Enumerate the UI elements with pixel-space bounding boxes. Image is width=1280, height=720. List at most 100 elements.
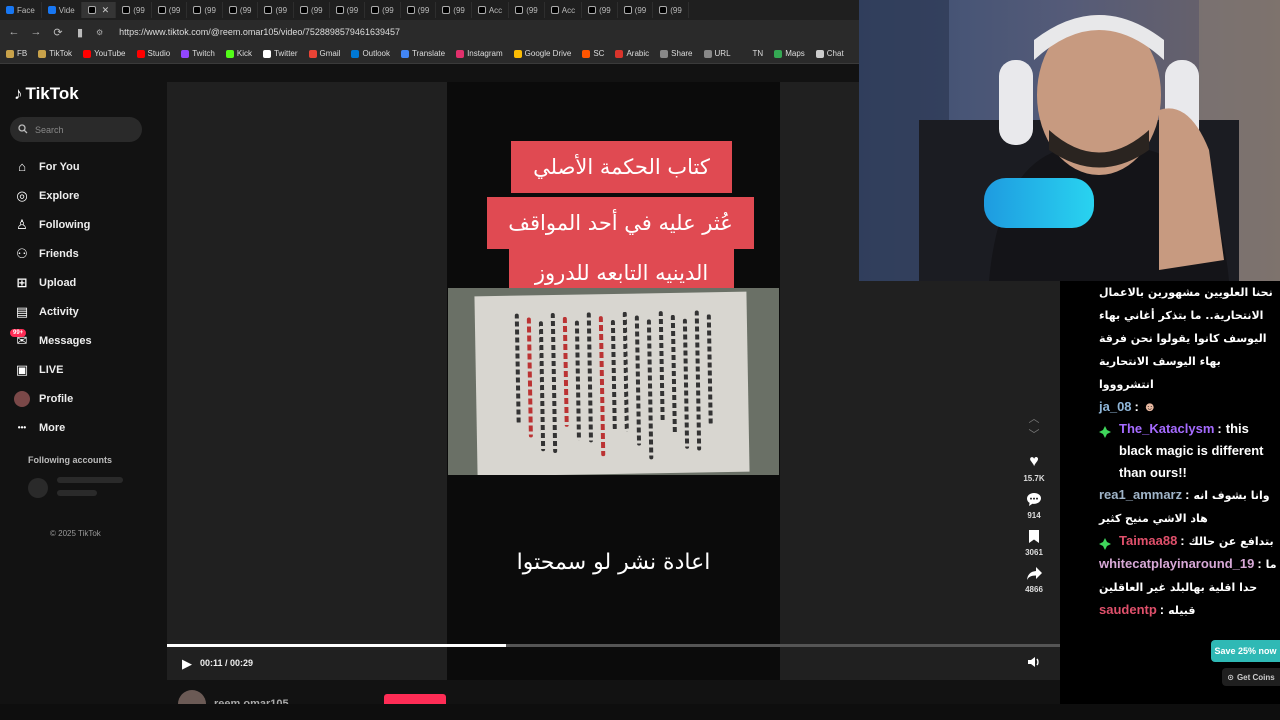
browser-tab[interactable]: (99	[509, 2, 545, 18]
get-coins-label: Get Coins	[1236, 672, 1275, 682]
browser-tab[interactable]: (99	[436, 2, 472, 18]
browser-tab[interactable]: (99	[330, 2, 366, 18]
browser-tab[interactable]: (99	[582, 2, 618, 18]
save-count: 3061	[1025, 548, 1043, 557]
tiktok-icon	[87, 6, 96, 14]
facebook-icon	[47, 6, 56, 14]
next-video-icon[interactable]: ﹀	[1018, 426, 1050, 442]
bookmark-item[interactable]: Gmail	[308, 49, 340, 58]
bookmark-item[interactable]: TN	[741, 49, 763, 58]
browser-tab[interactable]: (99	[365, 2, 401, 18]
bookmark-item[interactable]: Instagram	[456, 49, 503, 58]
sidebar-item-upload[interactable]: ⊞ Upload	[0, 268, 167, 297]
bookmark-item[interactable]: Google Drive	[513, 49, 571, 58]
browser-tab[interactable]: (99	[294, 2, 330, 18]
reload-icon[interactable]: ⟳	[52, 26, 64, 39]
play-icon[interactable]: ▶	[182, 656, 192, 672]
browser-tab-label: (99	[168, 5, 181, 15]
browser-tab[interactable]: (99	[258, 2, 295, 18]
chat-username[interactable]: ja_08	[1099, 399, 1132, 414]
browser-tab[interactable]: ✕	[81, 2, 117, 18]
comment-button[interactable]: 914	[1018, 489, 1050, 520]
chat-separator: :	[1180, 533, 1185, 548]
close-tab-icon[interactable]: ✕	[102, 5, 110, 16]
get-coins-button[interactable]: ⊙ Get Coins	[1222, 668, 1280, 686]
tiktok-icon	[193, 6, 202, 14]
bookmark-item[interactable]: FB	[6, 49, 27, 58]
sidebar-item-profile[interactable]: Profile	[0, 384, 167, 413]
sidebar-item-following[interactable]: ♙ Following	[0, 210, 167, 239]
bookmark-item[interactable]: Arabic	[615, 49, 649, 58]
previous-video-icon[interactable]: ︿	[1018, 410, 1050, 426]
compass-icon: ◎	[16, 187, 28, 203]
bookmark-item[interactable]: Twitch	[181, 49, 215, 58]
browser-tab[interactable]: (99	[187, 2, 223, 18]
browser-tab[interactable]: (99	[116, 2, 152, 18]
tiktok-logo[interactable]: ♪ TikTok	[14, 84, 79, 104]
browser-tab[interactable]: Face	[0, 2, 42, 18]
search-box[interactable]	[10, 117, 142, 142]
chat-username[interactable]: rea1_ammarz	[1099, 487, 1182, 502]
bookmark-item[interactable]: Share	[660, 49, 693, 58]
back-icon[interactable]: ←	[8, 26, 20, 38]
bookmark-favicon-icon	[513, 49, 522, 58]
browser-tab[interactable]: (99	[618, 2, 654, 18]
more-icon: •••	[17, 423, 27, 432]
bookmark-item[interactable]: Outlook	[351, 49, 390, 58]
sidebar-item-more[interactable]: ••• More	[0, 413, 167, 442]
bookmark-label: Twitter	[273, 49, 298, 58]
manuscript-line	[670, 314, 677, 435]
bookmark-label: Outlook	[362, 49, 391, 58]
tiktok-icon	[228, 6, 237, 14]
browser-tab[interactable]: Acc	[472, 2, 510, 18]
like-button[interactable]: ♥ 15.7K	[1018, 452, 1050, 483]
bookmark-favicon-icon	[181, 49, 190, 58]
volume-icon[interactable]	[1027, 656, 1041, 671]
share-button[interactable]: 4866	[1018, 563, 1050, 594]
browser-tab[interactable]: (99	[401, 2, 437, 18]
browser-tab[interactable]: Vide	[42, 2, 82, 18]
bookmark-favicon-icon	[262, 49, 271, 58]
sidebar-item-activity[interactable]: ▤ Activity	[0, 297, 167, 326]
sidebar-item-messages[interactable]: ✉ 99+ Messages	[0, 326, 167, 355]
chat-username[interactable]: The_Kataclysm	[1119, 421, 1214, 436]
browser-tab-label: (99	[204, 5, 216, 15]
sidebar-item-label: Messages	[39, 334, 92, 347]
live-icon: ▣	[15, 361, 29, 377]
video-progress-bar[interactable]	[167, 644, 1060, 647]
browser-tab[interactable]: (99	[152, 2, 188, 18]
browser-tab-label: (99	[311, 5, 323, 15]
follow-button[interactable]	[384, 694, 446, 704]
search-input[interactable]	[35, 124, 135, 135]
bookmark-favicon-icon	[6, 49, 14, 58]
forward-icon[interactable]: →	[30, 26, 42, 38]
sidebar-item-label: More	[39, 421, 66, 434]
sidebar-item-for-you[interactable]: ⌂ For You	[0, 152, 167, 181]
save-promo-button[interactable]: Save 25% now	[1211, 640, 1280, 662]
tiktok-icon	[623, 6, 632, 14]
bookmark-item[interactable]: Chat	[815, 49, 844, 58]
save-favorite-button[interactable]: 3061	[1018, 526, 1050, 557]
sidebar-item-explore[interactable]: ◎ Explore	[0, 181, 167, 210]
bookmark-item[interactable]: Studio	[136, 49, 170, 58]
bookmark-item[interactable]: Translate	[401, 49, 445, 58]
chat-username[interactable]: Taimaa88	[1119, 533, 1177, 548]
url-field[interactable]: https://www.tiktok.com/@reem.omar105/vid…	[119, 27, 400, 37]
bookmark-item[interactable]: Kick	[225, 49, 252, 58]
site-info-icon[interactable]: ⚙	[96, 28, 103, 37]
bookmark-item[interactable]: Maps	[774, 49, 805, 58]
browser-tab[interactable]: (99	[653, 2, 689, 18]
sidebar-item-friends[interactable]: ⚇ Friends	[0, 239, 167, 268]
bookmark-item[interactable]: TikTok	[38, 49, 72, 58]
bookmark-item[interactable]: URL	[703, 49, 731, 58]
sidebar-item-live[interactable]: ▣ LIVE	[0, 355, 167, 384]
browser-tab[interactable]: (99	[223, 2, 259, 18]
chat-username[interactable]: saudentp	[1099, 602, 1157, 617]
browser-tab[interactable]: Acc	[545, 2, 583, 18]
bookmark-item[interactable]: YouTube	[83, 49, 126, 58]
bookmark-icon[interactable]: ▮	[74, 26, 86, 39]
chat-username[interactable]: whitecatplayinaround_19	[1099, 556, 1254, 571]
bookmark-item[interactable]: SC	[582, 49, 604, 58]
sub-badge-icon	[1099, 423, 1111, 438]
bookmark-item[interactable]: Twitter	[262, 49, 298, 58]
